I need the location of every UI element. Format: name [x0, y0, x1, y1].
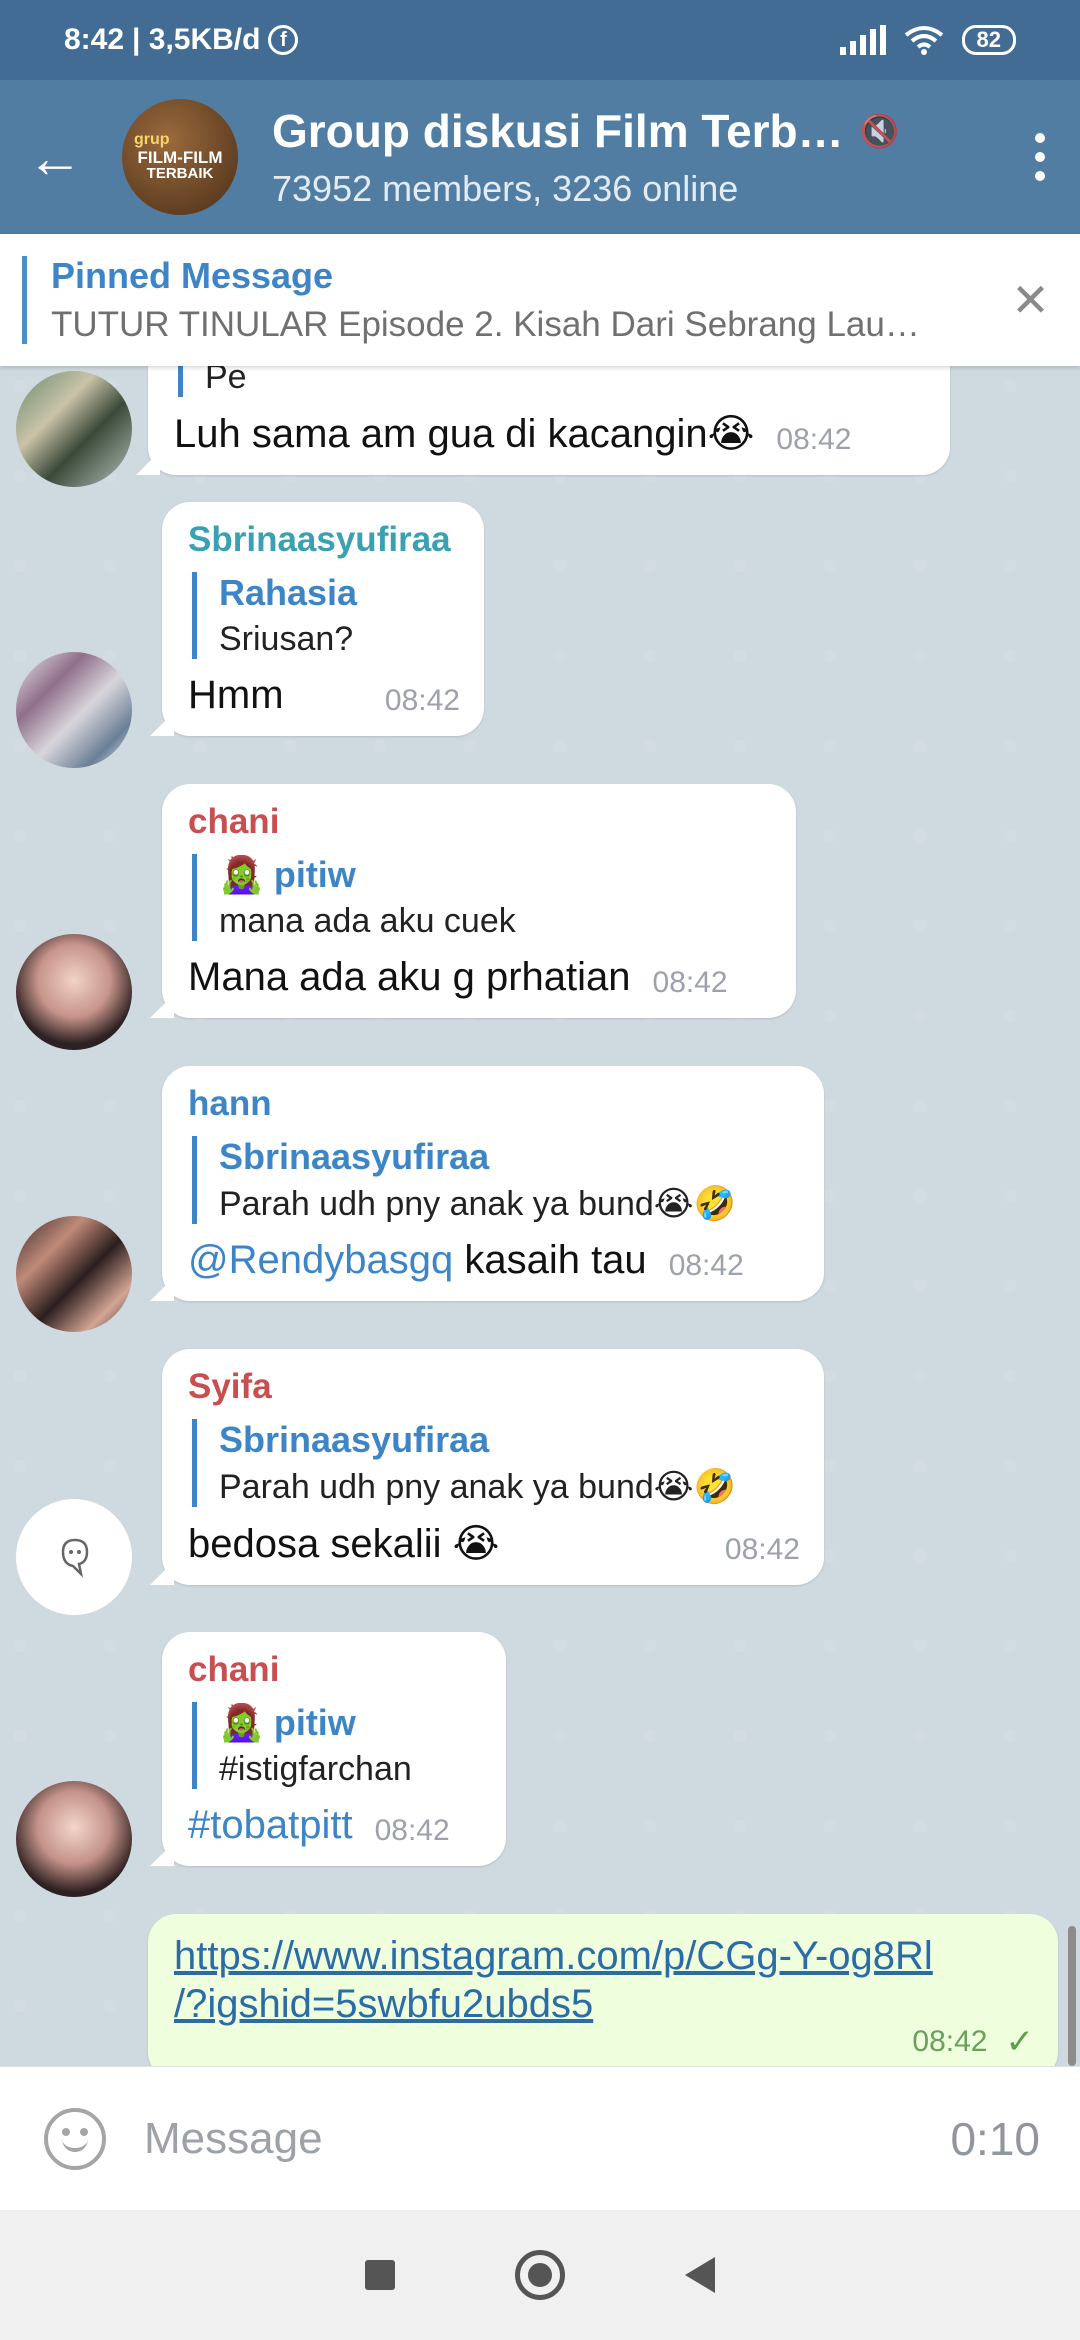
group-avatar[interactable]: grup FILM-FILM TERBAIK [122, 99, 238, 215]
avatar-line1: grup [134, 130, 170, 148]
reply-author: 🧟‍♀️ pitiw [219, 1702, 356, 1743]
message-input-bar: Message 0:10 [0, 2066, 1080, 2210]
message-text-rest: kasaih tau [453, 1238, 647, 1282]
reply-text: Parah udh pny anak ya bund😭🤣 [219, 1468, 736, 1506]
reply-text: Sriusan? [219, 620, 354, 658]
data-rate: | 3,5KB/d [132, 23, 261, 56]
close-pinned-icon[interactable]: ✕ [981, 273, 1080, 327]
facebook-icon: f [268, 25, 299, 55]
pinned-text: TUTUR TINULAR Episode 2. Kisah Dari Sebr… [50, 305, 920, 344]
instagram-link-continued[interactable]: /?igshid=5swbfu2ubds5 [174, 1980, 1034, 2028]
sender-name[interactable]: Sbrinaasyufiraa [188, 520, 460, 560]
reply-text: mana ada aku cuek [219, 902, 516, 940]
message-text: @Rendybasgq kasaih tau [188, 1238, 647, 1283]
sender-name[interactable]: Syifa [188, 1367, 800, 1407]
pinned-message[interactable]: Pinned Message TUTUR TINULAR Episode 2. … [0, 234, 1080, 366]
avatar[interactable] [16, 1499, 132, 1615]
group-subtitle: 73952 members, 3236 online [272, 168, 739, 209]
message-bubble[interactable]: hann Sbrinaasyufiraa Parah udh pny anak … [162, 1066, 824, 1301]
signal-icon [839, 25, 886, 55]
sender-name[interactable]: hann [188, 1084, 800, 1124]
hashtag-link[interactable]: #tobatpitt [188, 1803, 353, 1848]
avatar[interactable] [16, 652, 132, 768]
reply-text: Parah udh pny anak ya bund😭🤣 [219, 1185, 736, 1223]
pinned-label: Pinned Message [50, 255, 334, 296]
reply-author: Sbrinaasyufiraa [219, 1419, 490, 1460]
message-text: Hmm [188, 673, 284, 717]
message-time: 08:42 [384, 684, 460, 717]
message-list[interactable]: Pe Luh sama am gua di kacangin😭 08:42 Sb… [0, 366, 1080, 2066]
slow-mode-timer: 0:10 [950, 2112, 1040, 2165]
default-avatar-icon [61, 1538, 89, 1578]
message-text: Mana ada aku g prhatian [188, 955, 631, 999]
message-time: 08:42 [652, 966, 728, 999]
message-bubble[interactable]: chani 🧟‍♀️ pitiw #istigfarchan #tobatpit… [162, 1632, 506, 1866]
reply-quote[interactable]: Sbrinaasyufiraa Parah udh pny anak ya bu… [192, 1136, 800, 1224]
clock: 8:42 [64, 23, 125, 56]
message-bubble[interactable]: Syifa Sbrinaasyufiraa Parah udh pny anak… [162, 1349, 824, 1585]
message-time: 08:42 [374, 1814, 450, 1847]
mention-link[interactable]: @Rendybasgq [188, 1238, 453, 1282]
reply-quote[interactable]: Pe [178, 366, 926, 397]
avatar-line3: TERBAIK [146, 165, 214, 183]
message-bubble[interactable]: Pe Luh sama am gua di kacangin😭 08:42 [148, 366, 950, 475]
battery-icon: 82 [961, 25, 1016, 55]
more-options-icon[interactable] [1000, 80, 1080, 234]
message-time: 08:42 [776, 423, 852, 456]
instagram-link[interactable]: https://www.instagram.com/p/CGg-Y-og8Rl [174, 1932, 1034, 1980]
reply-quote[interactable]: Rahasia Sriusan? [192, 572, 460, 659]
reply-text: #istigfarchan [219, 1750, 412, 1788]
sender-name[interactable]: chani [188, 1650, 482, 1690]
message-input[interactable]: Message [144, 2114, 950, 2164]
avatar[interactable] [16, 1216, 132, 1332]
message-time: 08:42 [724, 1533, 800, 1566]
home-icon[interactable] [515, 2250, 565, 2300]
message-time: 08:42 [912, 2025, 988, 2058]
message-bubble[interactable]: Sbrinaasyufiraa Rahasia Sriusan? Hmm 08:… [162, 502, 484, 736]
message-bubble[interactable]: chani 🧟‍♀️ pitiw mana ada aku cuek Mana … [162, 784, 796, 1018]
status-bar: 8:42 | 3,5KB/d f 82 [0, 0, 1080, 80]
mute-icon: 🔇 [859, 113, 900, 149]
reply-author: Rahasia [219, 572, 358, 613]
reply-quote[interactable]: 🧟‍♀️ pitiw #istigfarchan [192, 1702, 482, 1789]
reply-author: Sbrinaasyufiraa [219, 1136, 490, 1177]
avatar[interactable] [16, 934, 132, 1050]
reply-author: Pe [205, 366, 247, 396]
back-arrow-icon[interactable]: ← [0, 80, 110, 234]
avatar-line2: FILM-FILM [137, 147, 223, 167]
recent-apps-icon[interactable] [365, 2260, 395, 2290]
emoji-icon[interactable] [44, 2107, 106, 2170]
message-text: Luh sama am gua di kacangin😭 [174, 412, 755, 456]
reply-author: 🧟‍♀️ pitiw [219, 854, 356, 895]
message-time: 08:42 [668, 1249, 744, 1282]
scrollbar-thumb[interactable] [1068, 1926, 1076, 2066]
back-triangle-icon[interactable] [685, 2257, 715, 2293]
avatar[interactable] [16, 1781, 132, 1897]
group-title: Group diskusi Film Terb… [272, 105, 844, 157]
message-text: bedosa sekalii 😭 [188, 1522, 500, 1566]
outgoing-message-bubble[interactable]: https://www.instagram.com/p/CGg-Y-og8Rl … [148, 1914, 1058, 2066]
reply-quote[interactable]: Sbrinaasyufiraa Parah udh pny anak ya bu… [192, 1419, 800, 1507]
avatar[interactable] [16, 371, 132, 487]
sender-name[interactable]: chani [188, 802, 772, 842]
chat-header: ← grup FILM-FILM TERBAIK Group diskusi F… [0, 80, 1080, 234]
read-check-icon: ✓ [1005, 2023, 1035, 2061]
chat-title-block[interactable]: Group diskusi Film Terb… 🔇 73952 members… [272, 104, 1000, 210]
pinned-accent-bar [22, 256, 27, 344]
reply-quote[interactable]: 🧟‍♀️ pitiw mana ada aku cuek [192, 854, 772, 941]
wifi-icon [904, 26, 943, 55]
system-nav-bar [0, 2210, 1080, 2340]
